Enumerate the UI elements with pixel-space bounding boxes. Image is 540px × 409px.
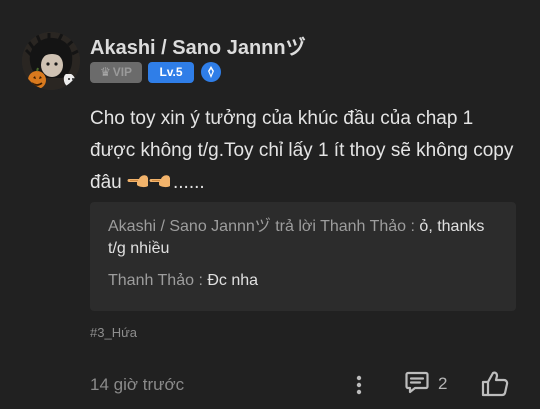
chapter-tag[interactable]: #3_Hứa [90,325,137,340]
comment-card: Akashi / Sano Jannnヅ ♛ VIP Lv.5 Cho toy … [0,0,540,409]
vip-label: VIP [112,65,133,79]
comment-icon [404,369,430,400]
comment-count: 2 [438,374,448,393]
timestamp: 14 giờ trước [90,375,185,394]
rank-icon [201,62,221,82]
author-name[interactable]: Akashi / Sano Jannnヅ [90,31,306,60]
pointing-hands-icon [127,170,173,202]
comment-text: Cho toy xin ý tưởng của khúc đầu của cha… [90,103,520,202]
crown-icon: ♛ [99,65,111,79]
avatar-image [22,32,80,90]
more-vertical-icon[interactable] [352,372,366,398]
avatar[interactable] [22,32,80,90]
quote-message: Đc nha [207,272,259,289]
comment-trailing: ...... [172,172,205,193]
level-badge: Lv.5 [148,61,194,83]
like-button[interactable] [480,369,510,399]
vip-badge: ♛ VIP [90,61,142,83]
quote-prefix: Akashi / Sano Jannnヅ trả lời Thanh Thảo … [108,218,420,235]
quote-line: Akashi / Sano Jannnヅ trả lời Thanh Thảo … [108,216,498,260]
quote-prefix: Thanh Thảo : [108,272,208,289]
reply-quote[interactable]: Akashi / Sano Jannnヅ trả lời Thanh Thảo … [90,202,516,311]
thumbs-up-icon [481,371,509,397]
quote-line: Thanh Thảo : Đc nha [108,270,498,292]
comment-button[interactable]: 2 [404,370,447,398]
badge-row: ♛ VIP Lv.5 [90,61,221,83]
